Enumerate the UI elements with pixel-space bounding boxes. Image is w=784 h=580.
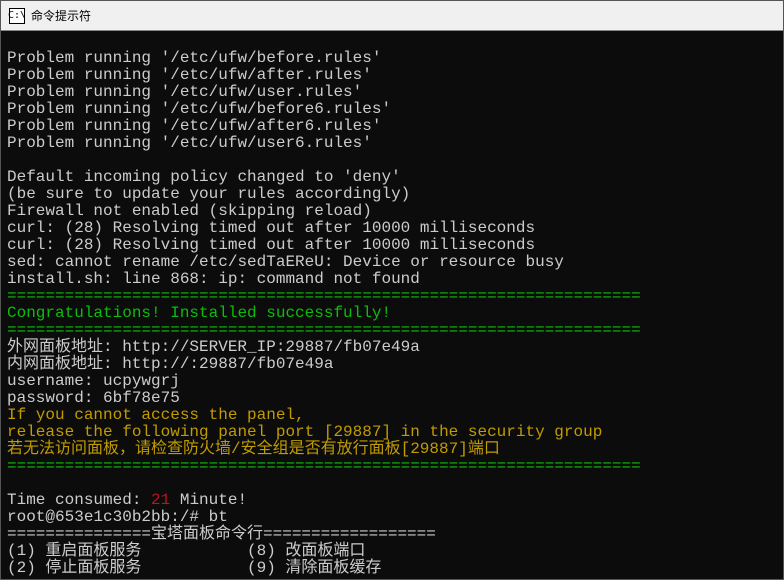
- menu-line: (2) 停止面板服务 (9) 清除面板缓存: [7, 559, 381, 577]
- warning-line: release the following panel port [29887]…: [7, 423, 602, 441]
- panel-address-internal: 内网面板地址: http://:29887/fb07e49a: [7, 355, 333, 373]
- output-line: curl: (28) Resolving timed out after 100…: [7, 236, 535, 254]
- username-line: username: ucpywgrj: [7, 372, 180, 390]
- output-line: Problem running '/etc/ufw/after.rules': [7, 66, 372, 84]
- titlebar[interactable]: C:\ 命令提示符: [1, 1, 783, 31]
- time-value: 21: [151, 491, 170, 509]
- separator-line: ========================================…: [7, 457, 641, 475]
- time-label: Time consumed:: [7, 491, 151, 509]
- separator-line: ========================================…: [7, 287, 641, 305]
- output-line: (be sure to update your rules accordingl…: [7, 185, 410, 203]
- shell-prompt: root@653e1c30b2bb:/#: [7, 508, 209, 526]
- output-line: install.sh: line 868: ip: command not fo…: [7, 270, 420, 288]
- separator-line: ========================================…: [7, 321, 641, 339]
- output-line: Problem running '/etc/ufw/user6.rules': [7, 134, 372, 152]
- password-line: password: 6bf78e75: [7, 389, 180, 407]
- congrats-line: Congratulations! Installed successfully!: [7, 304, 391, 322]
- warning-line: 若无法访问面板，请检查防火墙/安全组是否有放行面板[29887]端口: [7, 440, 500, 458]
- panel-address-external: 外网面板地址: http://SERVER_IP:29887/fb07e49a: [7, 338, 420, 356]
- terminal-output[interactable]: Problem running '/etc/ufw/before.rules' …: [1, 31, 783, 579]
- output-line: Firewall not enabled (skipping reload): [7, 202, 372, 220]
- shell-command: bt: [209, 508, 228, 526]
- warning-line: If you cannot access the panel,: [7, 406, 305, 424]
- output-line: Problem running '/etc/ufw/before6.rules': [7, 100, 391, 118]
- output-line: curl: (28) Resolving timed out after 100…: [7, 219, 535, 237]
- output-line: Problem running '/etc/ufw/after6.rules': [7, 117, 381, 135]
- menu-line: (1) 重启面板服务 (8) 改面板端口: [7, 542, 365, 560]
- output-line: Default incoming policy changed to 'deny…: [7, 168, 401, 186]
- output-line: Problem running '/etc/ufw/before.rules': [7, 49, 381, 67]
- cmd-icon: C:\: [9, 8, 25, 24]
- command-prompt-window: C:\ 命令提示符 Problem running '/etc/ufw/befo…: [0, 0, 784, 580]
- output-line: sed: cannot rename /etc/sedTaEReU: Devic…: [7, 253, 564, 271]
- menu-separator: ===============宝塔面板命令行==================: [7, 525, 436, 543]
- time-suffix: Minute!: [170, 491, 247, 509]
- output-line: Problem running '/etc/ufw/user.rules': [7, 83, 362, 101]
- window-title: 命令提示符: [31, 7, 91, 24]
